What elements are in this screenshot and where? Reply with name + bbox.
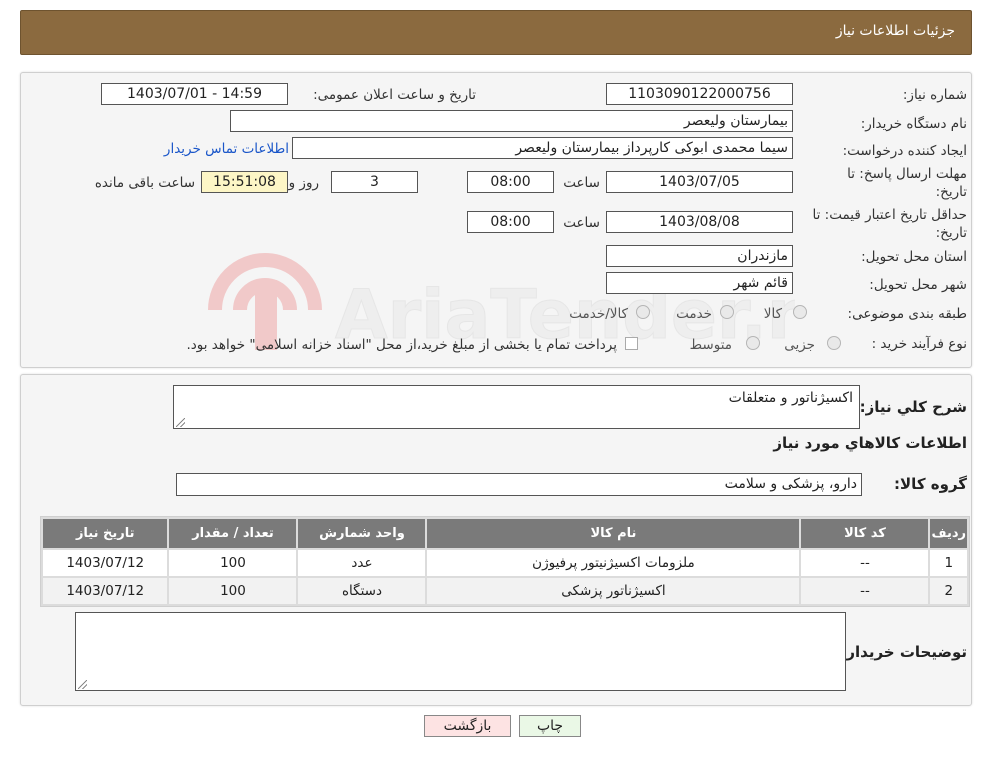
quantity-cell: 100 <box>169 550 297 576</box>
table-header-row: رديف کد کالا نام کالا واحد شمارش تعداد /… <box>43 519 967 548</box>
category-service-label: خدمت <box>676 306 712 322</box>
buyer-org-label: نام دستگاه خریدار: <box>860 116 967 132</box>
deadline-days-field: 3 <box>331 171 418 193</box>
category-label: طبقه بندی موضوعی: <box>847 306 967 322</box>
col-code-header: کد کالا <box>801 519 929 548</box>
summary-textarea[interactable]: اکسیژناتور و متعلقات <box>173 385 860 429</box>
resize-grip-icon[interactable] <box>78 680 87 689</box>
city-field: قائم شهر <box>606 272 793 294</box>
deadline-label: مهلت ارسال پاسخ: تا تاریخ: <box>847 166 967 200</box>
city-label: شهر محل تحویل: <box>869 277 967 293</box>
unit-cell: دستگاه <box>298 578 426 604</box>
row-number-cell: 1 <box>930 550 967 576</box>
requester-field: سیما محمدی ابوکی کارپرداز بیمارستان ولیع… <box>292 137 793 159</box>
remaining-time-label: ساعت باقی مانده <box>94 175 195 191</box>
col-row-header: رديف <box>930 519 967 548</box>
validity-time-field: 08:00 <box>467 211 554 233</box>
deadline-date-field: 1403/07/05 <box>606 171 793 193</box>
table-row: 1 -- ملزومات اکسیژنیتور پرفیوژن عدد 100 … <box>43 550 967 576</box>
col-name-header: نام کالا <box>427 519 800 548</box>
buyer-notes-label: توضیحات خریدار: <box>840 643 967 661</box>
items-table: رديف کد کالا نام کالا واحد شمارش تعداد /… <box>40 516 970 607</box>
col-date-header: تاريخ نياز <box>43 519 168 548</box>
deadline-days-label: روز و <box>288 175 319 191</box>
item-code-cell: -- <box>801 550 929 576</box>
summary-label: شرح کلي نياز: <box>859 398 967 416</box>
province-label: استان محل تحویل: <box>861 249 967 265</box>
items-heading: اطلاعات کالاهاي مورد نياز <box>773 434 967 452</box>
quantity-cell: 100 <box>169 578 297 604</box>
page-header: جزئیات اطلاعات نیاز <box>20 10 972 55</box>
treasury-checkbox[interactable] <box>625 337 638 350</box>
validity-date-field: 1403/08/08 <box>606 211 793 233</box>
summary-text: اکسیژناتور و متعلقات <box>728 390 853 406</box>
buyer-contact-link[interactable]: اطلاعات تماس خریدار <box>164 141 289 157</box>
group-label: گروه کالا: <box>894 475 967 493</box>
deadline-time-field: 08:00 <box>467 171 554 193</box>
need-date-cell: 1403/07/12 <box>43 578 168 604</box>
category-service-radio[interactable] <box>720 305 734 319</box>
category-goods-radio[interactable] <box>793 305 807 319</box>
resize-grip-icon[interactable] <box>176 418 185 427</box>
need-date-cell: 1403/07/12 <box>43 550 168 576</box>
province-field: مازندران <box>606 245 793 267</box>
remaining-time-field: 15:51:08 <box>201 171 288 193</box>
buyer-notes-textarea[interactable] <box>75 612 846 691</box>
table-row: 2 -- اکسیژناتور پزشکی دستگاه 100 1403/07… <box>43 578 967 604</box>
unit-cell: عدد <box>298 550 426 576</box>
process-partial-radio[interactable] <box>827 336 841 350</box>
requester-label: ایجاد کننده درخواست: <box>842 143 967 159</box>
category-goods-service-radio[interactable] <box>636 305 650 319</box>
need-number-field: 1103090122000756 <box>606 83 793 105</box>
item-name-cell: ملزومات اکسیژنیتور پرفیوژن <box>427 550 800 576</box>
treasury-note: پرداخت تمام یا بخشی از مبلغ خرید،از محل … <box>186 337 617 353</box>
row-number-cell: 2 <box>930 578 967 604</box>
process-medium-radio[interactable] <box>746 336 760 350</box>
announce-datetime-label: تاریخ و ساعت اعلان عمومی: <box>313 87 476 103</box>
process-type-label: نوع فرآیند خرید : <box>871 336 967 352</box>
page-title: جزئیات اطلاعات نیاز <box>835 23 955 39</box>
announce-datetime-field: 1403/07/01 - 14:59 <box>101 83 288 105</box>
deadline-time-label: ساعت <box>563 175 600 191</box>
process-partial-label: جزیی <box>784 337 815 353</box>
col-qty-header: تعداد / مقدار <box>169 519 297 548</box>
category-goods-label: کالا <box>763 306 782 322</box>
buyer-org-field: بیمارستان ولیعصر <box>230 110 793 132</box>
back-button[interactable]: بازگشت <box>424 715 511 737</box>
validity-label: حداقل تاریخ اعتبار قیمت: تا تاریخ: <box>812 207 967 241</box>
category-goods-service-label: کالا/خدمت <box>569 306 628 322</box>
item-code-cell: -- <box>801 578 929 604</box>
col-unit-header: واحد شمارش <box>298 519 426 548</box>
item-name-cell: اکسیژناتور پزشکی <box>427 578 800 604</box>
need-number-label: شماره نیاز: <box>902 87 967 103</box>
validity-time-label: ساعت <box>563 215 600 231</box>
group-field: دارو، پزشکی و سلامت <box>176 473 862 496</box>
process-medium-label: متوسط <box>689 337 732 353</box>
print-button[interactable]: چاپ <box>519 715 581 737</box>
